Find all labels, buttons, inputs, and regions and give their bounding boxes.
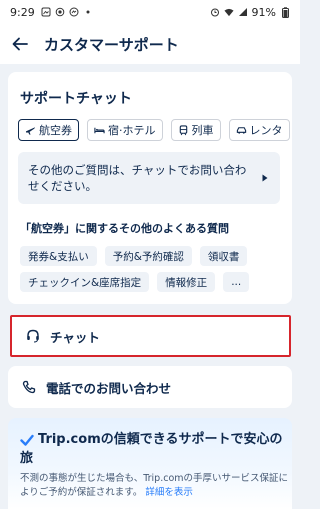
faq-chip-row-2: チェックイン&座席指定 情報修正 ... (20, 272, 250, 292)
phone-contact-label: 電話でのお問い合わせ (46, 380, 172, 396)
tab-car-rental[interactable]: レンタ (228, 119, 290, 141)
faq-chip-row-1: 発券&支払い 予約&予約確認 領収書 (20, 246, 248, 266)
phone-icon (22, 380, 36, 394)
tab-hotels[interactable]: 宿·ホテル (87, 119, 163, 141)
category-tabs: 航空券 宿·ホテル 列車 レンタ (18, 119, 292, 141)
train-icon (179, 124, 187, 135)
trust-card: Trip.comの信頼できるサポートで安心の旅 不測の事態が生じた場合も、Tri… (8, 418, 292, 509)
chat-info-text: その他のご質問は、チャットでお問い合わせください。 (28, 163, 247, 193)
battery-icon (280, 6, 290, 18)
tab-hotels-label: 宿·ホテル (108, 124, 156, 137)
faq-heading: 「航空券」に関するその他のよくある質問 (20, 222, 229, 235)
faq-chip-info-change[interactable]: 情報修正 (157, 272, 216, 292)
chat-button[interactable]: チャット (10, 315, 291, 357)
faq-chip-more[interactable]: ... (223, 272, 250, 292)
back-arrow-icon (12, 37, 28, 51)
tab-flights[interactable]: 航空券 (18, 119, 79, 141)
faq-chip-ticketing-payment[interactable]: 発券&支払い (20, 246, 97, 266)
signal-icon (238, 7, 248, 17)
details-link[interactable]: 詳細を表示 (145, 487, 193, 498)
tab-trains-label: 列車 (191, 124, 214, 137)
plane-icon (25, 126, 36, 135)
app-header: カスタマーサポート (0, 24, 300, 64)
car-icon (236, 126, 246, 134)
chat-label: チャット (50, 329, 100, 345)
back-button[interactable] (10, 34, 30, 54)
status-right: 91% (210, 6, 290, 19)
gallery-notification-icon (41, 7, 51, 17)
dot-icon (83, 7, 93, 17)
trust-title: Trip.comの信頼できるサポートで安心の旅 (20, 432, 283, 466)
tab-trains[interactable]: 列車 (170, 119, 221, 141)
status-left: 9:29 (10, 6, 93, 19)
alarm-icon (210, 7, 220, 17)
wifi-icon (224, 7, 234, 17)
caret-right-icon (262, 173, 272, 183)
battery-level: 91% (251, 5, 276, 19)
messenger-notification-icon (69, 7, 79, 17)
faq-chip-checkin-seat[interactable]: チェックイン&座席指定 (20, 272, 150, 292)
phone-contact-button[interactable]: 電話でのお問い合わせ (8, 366, 292, 408)
support-chat-card: サポートチャット 航空券 宿·ホテル 列車 レンタ その他のご質問は、チャットで… (8, 72, 292, 304)
page-title: カスタマーサポート (44, 35, 179, 54)
headset-icon (26, 329, 40, 343)
trust-body: 不測の事態が生じた場合も、Trip.comの手厚いサービス保証によりご予約が保証… (20, 472, 288, 500)
bed-icon (94, 127, 105, 133)
status-bar: 9:29 91% (0, 0, 300, 24)
chat-info-box[interactable]: その他のご質問は、チャットでお問い合わせください。 (18, 152, 280, 204)
faq-chip-booking-confirmation[interactable]: 予約&予約確認 (104, 246, 192, 266)
faq-chip-receipt[interactable]: 領収書 (199, 246, 248, 266)
tab-car-rental-label: レンタ (249, 124, 283, 137)
status-time: 9:29 (10, 5, 35, 19)
ring-notification-icon (55, 7, 65, 17)
support-chat-title: サポートチャット (20, 91, 132, 107)
tab-flights-label: 航空券 (39, 124, 72, 137)
